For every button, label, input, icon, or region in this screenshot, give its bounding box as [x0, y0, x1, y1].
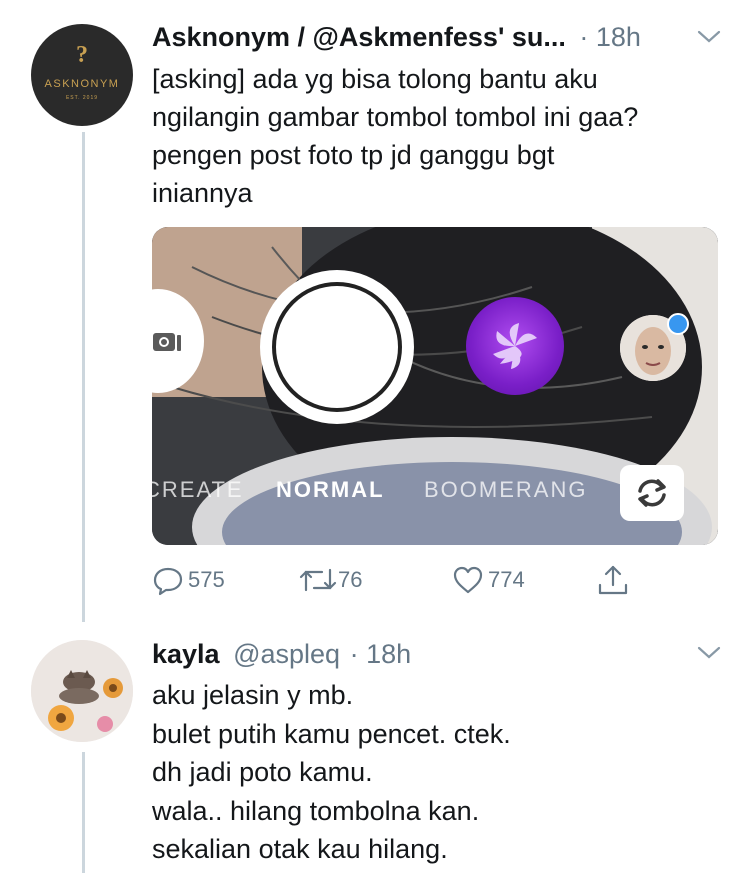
- avatar-asknonym[interactable]: ? ASKNONYM EST. 2019: [31, 24, 133, 126]
- retweet-count: 76: [338, 567, 363, 592]
- text-line: [asking] ada yg bisa tolong bantu aku: [152, 64, 598, 94]
- user-handle[interactable]: @aspleq: [233, 639, 340, 669]
- tweet1-header: Asknonym / @Askmenfess' su... · 18h: [152, 22, 641, 53]
- like-count: 774: [488, 567, 525, 592]
- avatar-brand-text: ASKNONYM: [44, 78, 120, 90]
- chevron-down-icon[interactable]: [697, 646, 721, 660]
- avatar-kayla[interactable]: [31, 640, 133, 742]
- reply-count: 575: [188, 567, 225, 592]
- boomerang-button[interactable]: [466, 297, 564, 395]
- thread-connector: [82, 752, 85, 873]
- thread-connector: [82, 132, 85, 622]
- display-name[interactable]: kayla: [152, 639, 220, 669]
- tweet1-text: [asking] ada yg bisa tolong bantu aku ng…: [152, 60, 638, 212]
- avatar-est-text: EST. 2019: [65, 95, 99, 101]
- timestamp[interactable]: · 18h: [350, 639, 412, 669]
- mode-create[interactable]: CREATE: [152, 477, 244, 503]
- text-line: sekalian otak kau hilang.: [152, 834, 448, 864]
- avatar-question-mark: ?: [76, 42, 88, 68]
- attached-photo[interactable]: CREATE NORMAL BOOMERANG: [152, 227, 718, 545]
- text-line: iniannya: [152, 178, 253, 208]
- display-name[interactable]: Asknonym / @Askmenfess' su...: [152, 22, 566, 52]
- heart-icon: [453, 566, 483, 594]
- tweet1-action-bar: 575 76 774: [152, 560, 652, 600]
- boomerang-icon: [493, 322, 537, 370]
- timestamp[interactable]: · 18h: [579, 22, 641, 52]
- gallery-icon: [153, 333, 181, 351]
- story-dot-badge: [667, 313, 689, 335]
- text-line: pengen post foto tp jd ganggu bgt: [152, 140, 555, 170]
- reply-button[interactable]: 575: [152, 560, 225, 600]
- reply-icon: [153, 567, 183, 596]
- mode-boomerang[interactable]: BOOMERANG: [424, 477, 587, 503]
- tweet2-text: aku jelasin y mb. bulet putih kamu pence…: [152, 676, 511, 869]
- mode-normal[interactable]: NORMAL: [276, 477, 385, 503]
- avatar-cat-photo: [31, 640, 133, 742]
- like-button[interactable]: 774: [452, 560, 525, 600]
- chevron-down-icon[interactable]: [697, 30, 721, 44]
- text-line: dh jadi poto kamu.: [152, 757, 373, 787]
- flip-camera-button[interactable]: [620, 465, 684, 521]
- share-icon: [598, 565, 628, 595]
- flip-camera-icon: [638, 479, 666, 507]
- text-line: wala.. hilang tombolna kan.: [152, 795, 480, 826]
- shutter-button[interactable]: [260, 270, 414, 424]
- tweet2-header: kayla @aspleq · 18h: [152, 639, 411, 670]
- retweet-icon: [299, 568, 337, 592]
- share-button[interactable]: [596, 560, 630, 600]
- shutter-inner-ring: [272, 282, 402, 412]
- text-line: ngilangin gambar tombol tombol ini gaa?: [152, 102, 639, 132]
- text-line: aku jelasin y mb.: [152, 680, 354, 710]
- retweet-button[interactable]: 76: [298, 560, 362, 600]
- text-line: bulet putih kamu pencet. ctek.: [152, 718, 511, 749]
